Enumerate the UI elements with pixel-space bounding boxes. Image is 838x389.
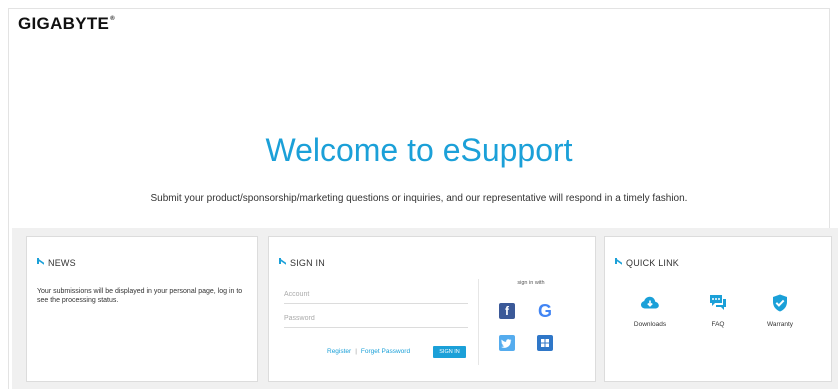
signin-divider (478, 279, 479, 365)
quicklink-panel: QUICK LINK Downloads FAQ Warranty (604, 236, 832, 382)
news-title: NEWS (37, 258, 76, 268)
signin-button[interactable]: SIGN IN (433, 346, 466, 358)
signin-links: Register | Forget Password (327, 348, 410, 355)
logo-trademark: ® (110, 16, 115, 22)
section-marker-icon (37, 258, 44, 267)
news-title-text: NEWS (48, 258, 76, 268)
quicklink-downloads-label: Downloads (633, 321, 667, 328)
twitter-signin-button[interactable] (499, 335, 515, 351)
quicklink-faq-label: FAQ (711, 321, 725, 328)
windows-icon (541, 339, 549, 347)
logo-text: GIGABYTE (18, 14, 110, 33)
windows-signin-button[interactable] (537, 335, 553, 351)
quicklink-downloads[interactable]: Downloads (625, 293, 675, 328)
register-link[interactable]: Register (327, 348, 351, 355)
quicklink-warranty[interactable]: Warranty (755, 293, 805, 328)
page-title: Welcome to eSupport (265, 132, 573, 168)
quicklink-warranty-label: Warranty (766, 321, 794, 328)
news-panel: NEWS Your submissions will be displayed … (26, 236, 258, 382)
google-signin-button[interactable]: G (537, 301, 553, 321)
signin-title: SIGN IN (279, 258, 325, 268)
facebook-icon: f (505, 304, 509, 318)
link-separator: | (355, 348, 357, 355)
gigabyte-logo[interactable]: GIGABYTE® (18, 14, 115, 34)
quicklink-title-text: QUICK LINK (626, 258, 680, 268)
section-marker-icon (279, 258, 286, 267)
google-icon: G (537, 301, 552, 321)
cloud-download-icon (641, 296, 659, 309)
forget-password-link[interactable]: Forget Password (361, 348, 410, 355)
twitter-icon (501, 339, 512, 348)
signin-panel: SIGN IN sign in with f G Register | Forget… (268, 236, 596, 382)
section-marker-icon (615, 258, 622, 267)
quicklink-title: QUICK LINK (615, 258, 679, 268)
signin-with-label: sign in with (517, 280, 545, 286)
account-input[interactable] (284, 285, 468, 304)
page-subtitle: Submit your product/sponsorship/marketin… (150, 193, 688, 204)
signin-title-text: SIGN IN (290, 258, 325, 268)
quicklink-faq[interactable]: FAQ (693, 293, 743, 328)
news-text: Your submissions will be displayed in yo… (37, 288, 243, 304)
shield-check-icon (773, 294, 787, 312)
facebook-signin-button[interactable]: f (499, 303, 515, 319)
chat-bubbles-icon (710, 295, 726, 310)
password-input[interactable] (284, 309, 468, 328)
